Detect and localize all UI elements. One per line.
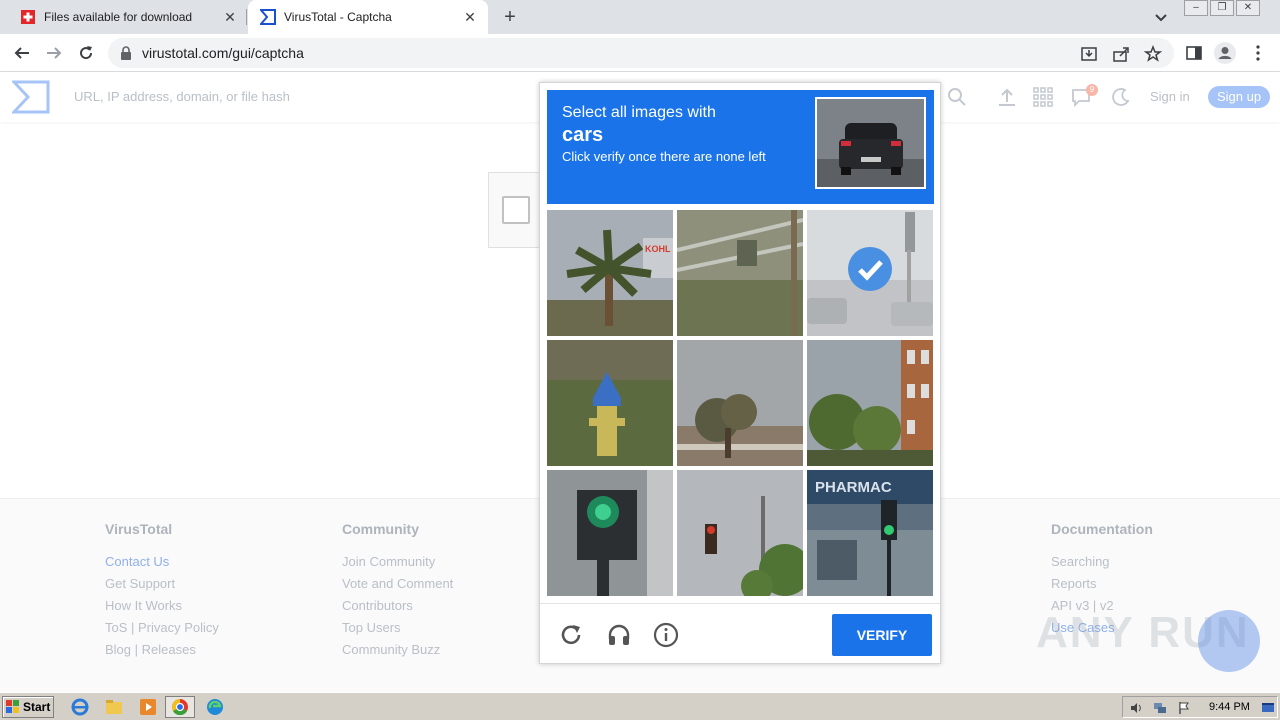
back-icon[interactable]: [10, 41, 34, 65]
footer-column-title: Documentation: [1051, 521, 1153, 537]
dark-mode-icon[interactable]: [1110, 86, 1132, 108]
challenge-tile[interactable]: [547, 470, 673, 596]
challenge-instruction: Click verify once there are none left: [562, 149, 766, 164]
clock: 9:44 PM: [1209, 701, 1250, 713]
footer-link[interactable]: Vote and Comment: [342, 573, 453, 595]
recaptcha-challenge: Select all images with cars Click verify…: [539, 82, 941, 664]
footer-link[interactable]: Contact Us: [105, 551, 219, 573]
footer-link[interactable]: Searching: [1051, 551, 1153, 573]
new-tab-button[interactable]: +: [498, 5, 522, 29]
notification-badge: 9: [1086, 84, 1098, 96]
footer-link[interactable]: How It Works: [105, 595, 219, 617]
challenge-tile[interactable]: PHARMAC: [807, 470, 933, 596]
start-button[interactable]: Start: [2, 696, 54, 718]
profile-avatar-icon[interactable]: [1213, 41, 1237, 65]
restore-icon[interactable]: ❐: [1210, 0, 1234, 16]
tab-title: Files available for download: [44, 10, 193, 24]
tab-title: VirusTotal - Captcha: [284, 10, 392, 24]
challenge-tile[interactable]: KOHL: [547, 210, 673, 336]
media-player-icon[interactable]: [138, 697, 158, 717]
footer-link[interactable]: Reports: [1051, 573, 1153, 595]
virustotal-logo-icon[interactable]: [10, 80, 50, 114]
swiss-flag-icon: [20, 9, 36, 25]
minimize-icon[interactable]: ‒: [1184, 0, 1208, 16]
chrome-icon[interactable]: [165, 696, 195, 718]
show-desktop-icon[interactable]: [1261, 701, 1275, 715]
close-window-icon[interactable]: ✕: [1236, 0, 1260, 16]
upload-icon[interactable]: [996, 86, 1018, 108]
url-text: virustotal.com/gui/captcha: [142, 45, 304, 61]
challenge-tile[interactable]: [677, 470, 803, 596]
footer-link[interactable]: Top Users: [342, 617, 453, 639]
recaptcha-checkbox[interactable]: [502, 196, 530, 224]
footer-column-virustotal: VirusTotal Contact Us Get Support How It…: [105, 521, 219, 661]
install-app-icon[interactable]: [1080, 45, 1098, 63]
challenge-tile[interactable]: [547, 340, 673, 466]
close-tab-icon[interactable]: ✕: [462, 9, 478, 25]
bookmark-star-icon[interactable]: [1143, 44, 1163, 63]
footer-link[interactable]: Get Support: [105, 573, 219, 595]
footer-link[interactable]: Blog | Releases: [105, 639, 219, 661]
challenge-tile[interactable]: [677, 210, 803, 336]
sign-in-link[interactable]: Sign in: [1150, 89, 1190, 104]
windows-taskbar: Start 9:44 PM: [0, 692, 1280, 720]
search-input[interactable]: URL, IP address, domain, or file hash: [74, 89, 290, 104]
footer-column-title: Community: [342, 521, 419, 537]
network-icon[interactable]: [1153, 701, 1167, 715]
start-label: Start: [23, 700, 51, 714]
forward-icon[interactable]: [42, 41, 66, 65]
kebab-menu-icon[interactable]: [1246, 41, 1270, 65]
footer-link[interactable]: ToS | Privacy Policy: [105, 617, 219, 639]
apps-grid-icon[interactable]: [1032, 86, 1054, 108]
footer-link[interactable]: Contributors: [342, 595, 453, 617]
reload-icon[interactable]: [74, 41, 98, 65]
tab-strip: Files available for download ✕ VirusTota…: [0, 0, 1280, 34]
audio-challenge-icon[interactable]: [606, 622, 632, 648]
sign-up-button[interactable]: Sign up: [1208, 86, 1270, 108]
challenge-tile[interactable]: [677, 340, 803, 466]
tab-separator: [246, 9, 247, 25]
anyrun-watermark-badge-icon: [1198, 610, 1260, 672]
reload-challenge-icon[interactable]: [558, 622, 584, 648]
verify-button[interactable]: VERIFY: [832, 614, 932, 656]
system-tray: 9:44 PM: [1122, 696, 1278, 718]
footer-column-community: Community Join Community Vote and Commen…: [342, 521, 453, 661]
window-controls: ‒ ❐ ✕: [1182, 0, 1260, 18]
pharmacy-sign-text: PHARMAC: [815, 479, 892, 496]
browser-toolbar: virustotal.com/gui/captcha: [0, 34, 1280, 72]
tab-virustotal-captcha[interactable]: VirusTotal - Captcha ✕: [248, 0, 488, 34]
challenge-tile[interactable]: [807, 340, 933, 466]
address-bar[interactable]: virustotal.com/gui/captcha: [108, 38, 1174, 68]
virustotal-logo-icon: [260, 9, 276, 25]
challenge-header: Select all images with cars Click verify…: [547, 90, 934, 204]
challenge-prompt: Select all images with: [562, 104, 716, 121]
share-icon[interactable]: [1112, 45, 1130, 63]
footer-link[interactable]: Community Buzz: [342, 639, 453, 661]
challenge-image-grid: KOHL PHARMAC: [547, 210, 934, 597]
challenge-target: cars: [562, 124, 604, 146]
footer-column-title: VirusTotal: [105, 521, 173, 537]
windows-logo-icon: [6, 700, 20, 714]
selected-checkmark-icon: [848, 247, 892, 291]
internet-explorer-icon[interactable]: [70, 697, 90, 717]
side-panel-icon[interactable]: [1182, 41, 1206, 65]
file-explorer-icon[interactable]: [104, 697, 124, 717]
action-center-flag-icon[interactable]: [1177, 701, 1191, 715]
volume-icon[interactable]: [1129, 701, 1143, 715]
search-icon[interactable]: [946, 86, 968, 108]
close-tab-icon[interactable]: ✕: [222, 9, 238, 25]
tab-search-icon[interactable]: [1152, 8, 1170, 26]
svg-text:KOHL: KOHL: [645, 244, 671, 254]
tab-files-download[interactable]: Files available for download ✕: [8, 0, 248, 34]
footer-link[interactable]: Join Community: [342, 551, 453, 573]
edge-icon[interactable]: [205, 697, 225, 717]
sample-car-image: [815, 97, 926, 189]
lock-icon[interactable]: [120, 46, 132, 60]
info-icon[interactable]: [653, 622, 679, 648]
challenge-footer: VERIFY: [540, 603, 940, 663]
